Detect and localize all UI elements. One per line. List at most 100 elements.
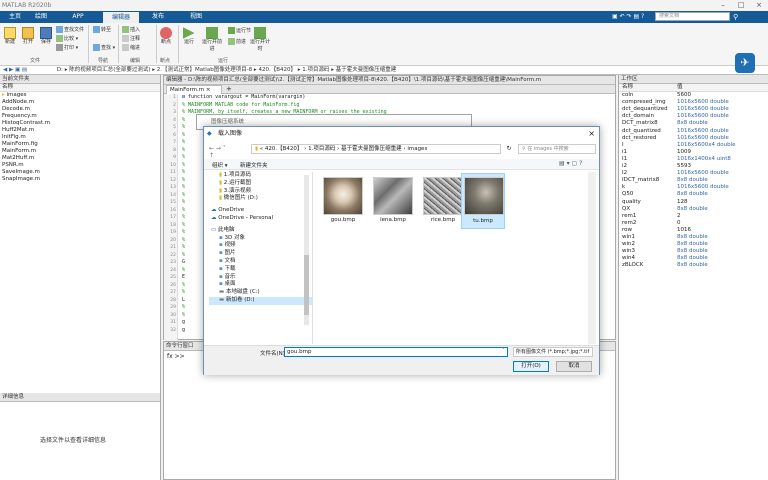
advance-button[interactable]: 前进 bbox=[228, 38, 246, 46]
file-list-item[interactable]: SnapImage.m bbox=[0, 176, 160, 183]
breakpoints-button[interactable]: 断点 bbox=[159, 27, 173, 46]
workspace-variable-row[interactable]: rem2 0 bbox=[619, 220, 768, 227]
run-time-button[interactable]: 运行并计时 bbox=[250, 27, 270, 53]
address-segment[interactable]: 1.项目源码 bbox=[302, 67, 329, 73]
workspace-variable-row[interactable]: row 1016 bbox=[619, 227, 768, 234]
new-button[interactable]: 新建 bbox=[4, 27, 16, 46]
insert-button[interactable]: 插入 bbox=[122, 26, 140, 34]
nav-item[interactable]: ☁ OneDrive - Personal bbox=[209, 215, 312, 223]
file-list-item[interactable]: Frequency.m bbox=[0, 113, 160, 120]
compare-button[interactable]: 比较 ▾ bbox=[56, 35, 78, 43]
file-list-item[interactable]: InitFig.m bbox=[0, 134, 160, 141]
cancel-button[interactable]: 取消 bbox=[556, 361, 592, 372]
nav-arrows-icon[interactable]: ◀ ▶ ▣ ▤ bbox=[0, 67, 29, 73]
path-segment[interactable]: 基于霍夫曼图像压缩重建 bbox=[341, 146, 402, 152]
dialog-path-bar[interactable]: ▮ « 420.【B420】 › 1.项目源码 › 基于霍夫曼图像压缩重建 › … bbox=[251, 144, 501, 154]
workspace-variable-row[interactable]: i2 5593 bbox=[619, 163, 768, 170]
workspace-variable-row[interactable]: compresed_img 1016x5600 double bbox=[619, 99, 768, 106]
tab-publish[interactable]: 发布 bbox=[143, 11, 173, 23]
workspace-variable-row[interactable]: i1 1009 bbox=[619, 149, 768, 156]
file-list-item[interactable]: PSNR.m bbox=[0, 162, 160, 169]
print-button[interactable]: 打印 ▾ bbox=[56, 44, 78, 52]
workspace-variable-row[interactable]: Q50 8x8 double bbox=[619, 191, 768, 198]
file-list-item[interactable]: SaveImage.m bbox=[0, 169, 160, 176]
nav-item[interactable]: ▪ 文档 bbox=[209, 258, 312, 266]
path-segment[interactable]: 1.项目源码 bbox=[308, 146, 335, 152]
workspace-variable-row[interactable]: I 1016x5600x4 double bbox=[619, 142, 768, 149]
organize-button[interactable]: 组织 ▾ bbox=[212, 161, 228, 169]
file-list-item[interactable]: Decode.m bbox=[0, 106, 160, 113]
filename-input[interactable]: gou.bmp bbox=[284, 347, 508, 357]
nav-item[interactable]: ☁ OneDrive bbox=[209, 207, 312, 215]
quick-access-toolbar[interactable]: ▣ ↶ ↷ ▤ ? bbox=[612, 13, 652, 21]
nav-item[interactable]: ▪ 图片 bbox=[209, 250, 312, 258]
address-segment[interactable]: 陈的视频项目汇总(全部要过测试) bbox=[69, 67, 150, 73]
close-tab-icon[interactable]: × bbox=[206, 87, 211, 93]
file-grid-scrollbar[interactable] bbox=[588, 172, 596, 344]
file-item-tu[interactable]: tu.bmp bbox=[461, 173, 505, 229]
minimize-button[interactable]: – bbox=[714, 0, 732, 11]
save-button[interactable]: 保存 bbox=[40, 27, 52, 46]
find-files-button[interactable]: 查找文件 bbox=[56, 26, 84, 34]
file-item-rice[interactable]: rice.bmp bbox=[419, 175, 467, 227]
workspace-variable-row[interactable]: rem1 2 bbox=[619, 213, 768, 220]
editor-tab-mainform[interactable]: MainForm.m × bbox=[166, 85, 222, 94]
run-advance-button[interactable]: 运行并前进 bbox=[202, 27, 222, 53]
nav-item[interactable]: ▪ 视频 bbox=[209, 242, 312, 250]
workspace-column-headers[interactable]: 名称 值 bbox=[619, 84, 768, 93]
workspace-variable-row[interactable]: win3 8x8 double bbox=[619, 248, 768, 255]
workspace-variable-row[interactable]: I2 1016x5600 double bbox=[619, 170, 768, 177]
file-list-item[interactable]: MainForm.m bbox=[0, 148, 160, 155]
nav-scrollbar[interactable] bbox=[304, 175, 309, 325]
file-list-item[interactable]: AddNode.m bbox=[0, 99, 160, 106]
file-list-item[interactable]: HistoqContrast.m bbox=[0, 120, 160, 127]
file-type-filter[interactable]: 所有图像文件 (*.bmp;*.jpg;*.tif bbox=[513, 347, 593, 357]
path-segment[interactable]: images bbox=[407, 146, 427, 152]
open-button[interactable]: 打开 bbox=[22, 27, 34, 46]
refresh-button[interactable]: ↻ bbox=[504, 144, 514, 154]
workspace-variable-row[interactable]: k 1016x5600 double bbox=[619, 184, 768, 191]
address-segment[interactable]: 基于霍夫曼图像压缩重建 bbox=[336, 67, 397, 73]
workspace-variable-row[interactable]: zBLOCK 8x8 double bbox=[619, 262, 768, 269]
indent-button[interactable]: 缩进 bbox=[122, 44, 140, 52]
dialog-close-button[interactable]: × bbox=[588, 127, 595, 141]
nav-item[interactable]: ▪ 桌面 bbox=[209, 281, 312, 289]
new-tab-button[interactable]: + bbox=[226, 85, 232, 94]
workspace-variable-row[interactable]: QX 8x8 double bbox=[619, 206, 768, 213]
open-button[interactable]: 打开(O) bbox=[513, 361, 549, 372]
nav-item[interactable]: ▮ 1.项目源码 bbox=[209, 172, 312, 180]
workspace-variable-row[interactable]: dct_dequantized 1016x5600 double bbox=[619, 106, 768, 113]
workspace-variable-row[interactable]: win4 8x8 double bbox=[619, 255, 768, 262]
nav-item[interactable]: ▪ 下载 bbox=[209, 266, 312, 274]
workspace-variable-row[interactable]: win1 8x8 double bbox=[619, 234, 768, 241]
address-segment[interactable]: 420.【B420】 bbox=[258, 67, 296, 73]
workspace-variable-row[interactable]: dct_restored 1016x5600 double bbox=[619, 135, 768, 142]
workspace-variable-row[interactable]: coln 5600 bbox=[619, 92, 768, 99]
close-button[interactable]: × bbox=[750, 0, 768, 11]
tab-plots[interactable]: 绘图 bbox=[26, 11, 56, 23]
nav-item[interactable]: ▮ 2.运行截图 bbox=[209, 180, 312, 188]
dialog-nav-buttons[interactable]: ← → ˅ ↑ bbox=[209, 145, 231, 159]
workspace-variable-row[interactable]: dct_quantized 1016x5600 double bbox=[619, 128, 768, 135]
tab-view[interactable]: 视图 bbox=[181, 11, 211, 23]
path-segment[interactable]: 420.【B420】 bbox=[265, 146, 303, 152]
workspace-variable-row[interactable]: win2 8x8 double bbox=[619, 241, 768, 248]
name-column-header[interactable]: 名称 bbox=[0, 84, 160, 92]
address-segment[interactable]: D: bbox=[57, 67, 63, 73]
comment-button[interactable]: 注释 bbox=[122, 35, 140, 43]
tab-editor[interactable]: 编辑器 bbox=[103, 12, 139, 23]
nav-item[interactable]: ▮ 微信图片 (D:) bbox=[209, 195, 312, 203]
workspace-variable-row[interactable]: DCT_matrix8 8x8 double bbox=[619, 120, 768, 127]
file-list-item[interactable]: Huff2Mat.m bbox=[0, 127, 160, 134]
dialog-search-input[interactable]: ⚲ 在 images 中搜索 bbox=[518, 144, 596, 154]
run-button[interactable]: 运行 bbox=[182, 27, 196, 46]
filename-dropdown-icon[interactable]: ˅ bbox=[502, 348, 505, 354]
run-section-button[interactable]: 运行节 bbox=[228, 27, 251, 35]
nav-scrollbar-thumb[interactable] bbox=[304, 255, 309, 315]
tab-apps[interactable]: APP bbox=[63, 11, 93, 23]
file-list-item[interactable]: MainForm.fig bbox=[0, 141, 160, 148]
current-folder-address-bar[interactable]: ◀ ▶ ▣ ▤ D: ▸ 陈的视频项目汇总(全部要过测试) ▸ 2.【测试正常】… bbox=[0, 66, 768, 75]
file-list-item[interactable]: Mat2Huff.m bbox=[0, 155, 160, 162]
view-options-icon[interactable]: ▤ ▾ ▢ ? bbox=[559, 160, 582, 167]
search-docs-input[interactable]: 搜索文档 bbox=[655, 12, 730, 21]
